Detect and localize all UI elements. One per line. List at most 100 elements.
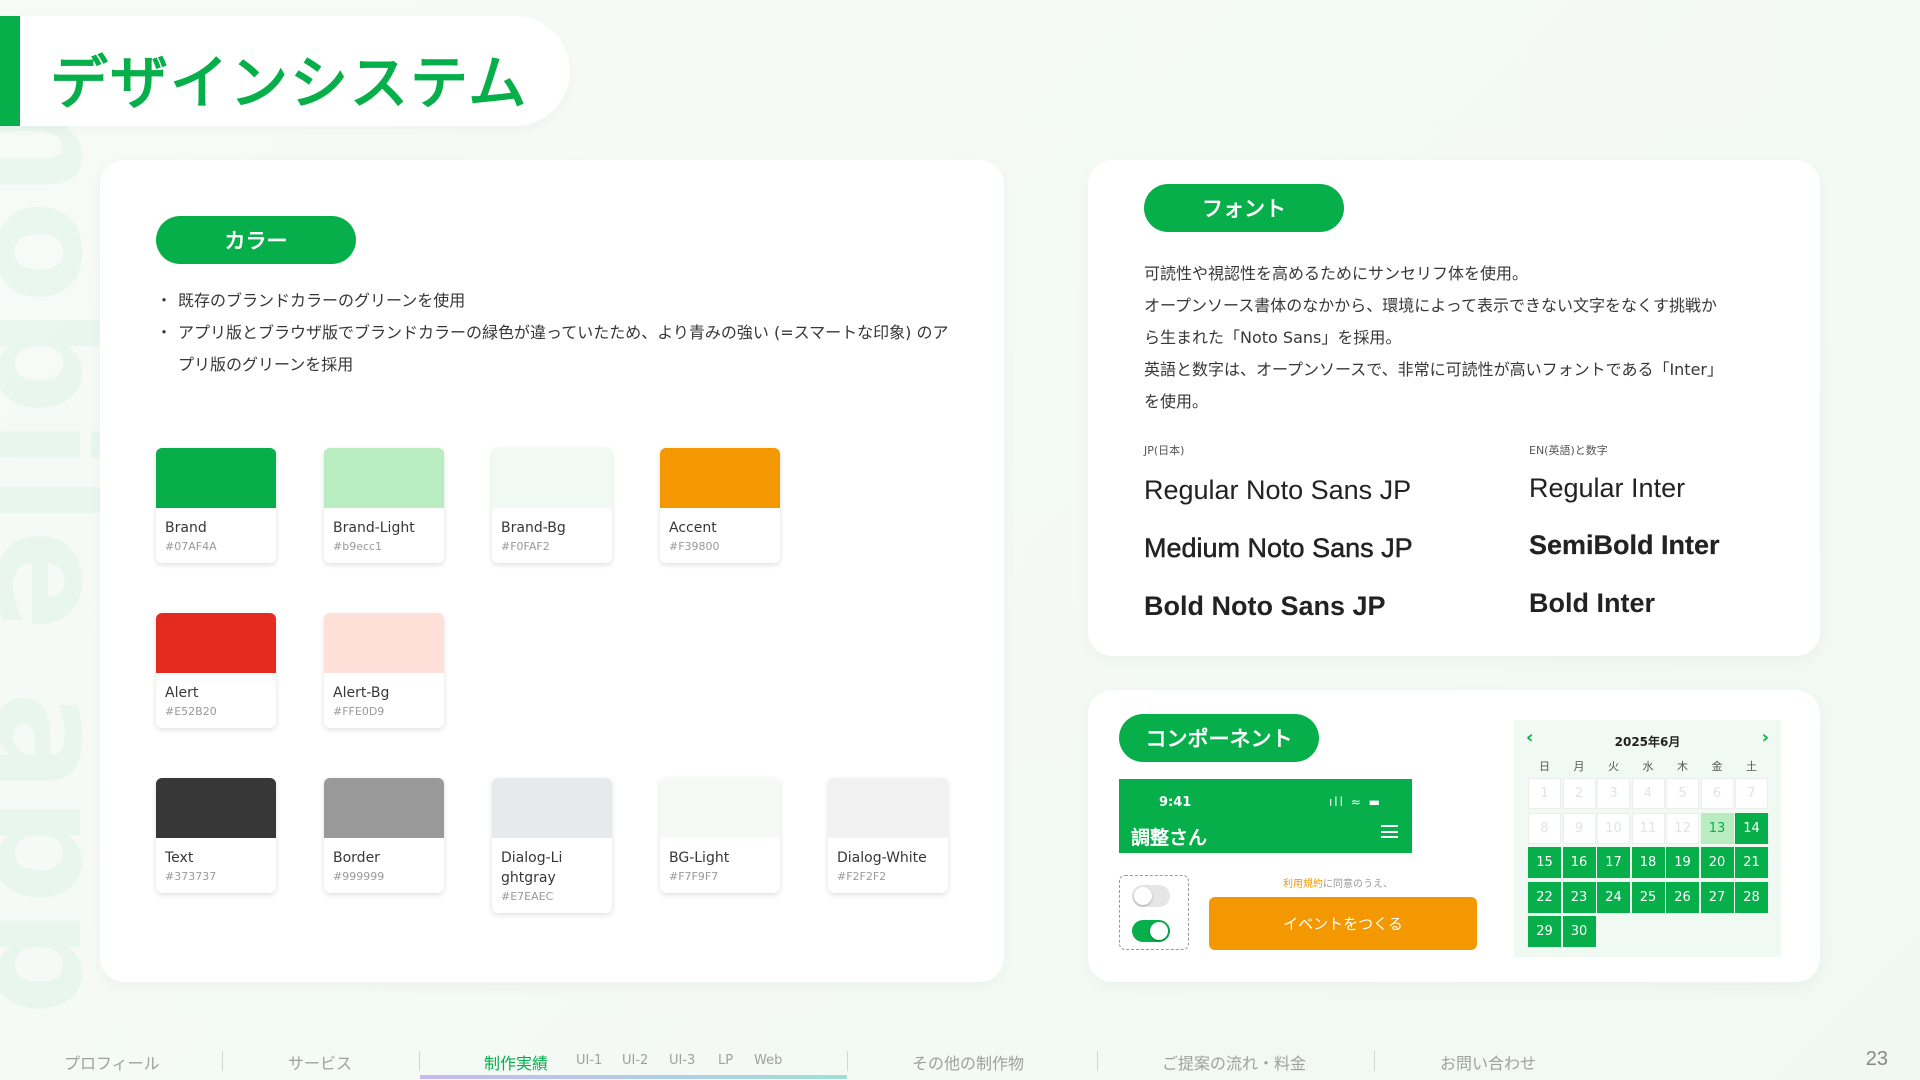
terms-link[interactable]: 利用規約 — [1283, 879, 1323, 890]
en-regular-sample: Regular Inter — [1529, 473, 1686, 503]
subnav-lp[interactable]: LP — [718, 1053, 733, 1068]
footer-navigation: プロフィール サービス 制作実績 UI-1 UI-2 UI-3 LP Web そ… — [0, 1043, 1920, 1080]
swatch-chip — [324, 613, 444, 673]
swatch-name: Dialog-White — [837, 850, 927, 866]
swatch-chip — [492, 778, 612, 838]
calendar-next-icon[interactable]: › — [1762, 727, 1769, 748]
swatch-hex: #b9ecc1 — [333, 540, 383, 553]
colors-pill: カラー — [156, 216, 356, 264]
calendar-day[interactable]: 19 — [1666, 847, 1699, 878]
toggle-off[interactable] — [1132, 885, 1170, 907]
page-number: 23 — [1865, 1048, 1888, 1070]
status-icons: ıll ≈ ▬ — [1328, 795, 1382, 809]
page-title: デザインシステム — [50, 49, 529, 117]
hamburger-menu-icon[interactable] — [1381, 825, 1398, 838]
toggle-on[interactable] — [1132, 920, 1170, 942]
swatch-hex: #999999 — [333, 870, 385, 883]
calendar-day[interactable]: 15 — [1528, 847, 1561, 878]
swatch-hex: #E7EAEC — [501, 890, 554, 903]
calendar-weekday: 日 — [1539, 760, 1550, 773]
subnav-ui-1[interactable]: UI-1 — [576, 1053, 602, 1068]
calendar-day[interactable]: 23 — [1562, 881, 1596, 913]
nav-service[interactable]: サービス — [288, 1050, 352, 1074]
font-pill: フォント — [1144, 184, 1344, 232]
subnav-web[interactable]: Web — [754, 1053, 782, 1068]
calendar-day-disabled: 2 — [1562, 778, 1596, 809]
toggle-samples — [1119, 875, 1189, 950]
nav-divider — [847, 1051, 848, 1071]
calendar-day[interactable]: 29 — [1528, 916, 1561, 947]
calendar-day-disabled: 11 — [1631, 812, 1665, 844]
swatch-name: Brand — [165, 520, 207, 536]
calendar-day[interactable]: 30 — [1562, 916, 1596, 947]
swatch-hex: #E52B20 — [165, 705, 217, 718]
swatch-name: BG-Light — [669, 850, 730, 866]
font-card: フォント 可読性や視認性を高めるためにサンセリフ体を使用。 オープンソース書体の… — [1088, 160, 1820, 656]
calendar-day[interactable]: 21 — [1735, 847, 1768, 878]
terms-note: 利用規約に同意のうえ、 — [1283, 875, 1393, 890]
nav-divider — [1374, 1051, 1375, 1071]
calendar-day[interactable]: 25 — [1631, 881, 1665, 913]
nav-divider — [1097, 1051, 1098, 1071]
calendar-day[interactable]: 18 — [1631, 847, 1665, 878]
nav-profile[interactable]: プロフィール — [64, 1050, 160, 1074]
calendar-day[interactable]: 26 — [1666, 881, 1699, 913]
nav-other-works[interactable]: その他の制作物 — [912, 1050, 1024, 1074]
swatch-name: Brand-Bg — [501, 520, 566, 536]
swatch-chip — [156, 778, 276, 838]
calendar-weekday: 木 — [1677, 760, 1688, 773]
en-font-label: EN(英語)と数字 — [1529, 444, 1608, 457]
calendar-weekday: 月 — [1573, 760, 1585, 773]
calendar-weekday: 土 — [1746, 760, 1757, 773]
swatch-hex: #F2F2F2 — [837, 870, 887, 883]
swatch-hex: #FFE0D9 — [333, 705, 385, 718]
nav-flow-pricing[interactable]: ご提案の流れ・料金 — [1162, 1050, 1306, 1074]
subnav-ui-2[interactable]: UI-2 — [622, 1053, 648, 1068]
calendar-day-disabled: 3 — [1597, 778, 1630, 809]
nav-divider — [419, 1051, 420, 1071]
components-card: コンポーネント 9:41 ıll ≈ ▬ 調整さん 利用規約に同意のうえ、 イベ… — [1088, 690, 1820, 982]
calendar-day[interactable]: 20 — [1700, 847, 1734, 878]
colors-card: カラー 既存のブランドカラーのグリーンを使用 アプリ版とブラウザ版でブランドカラ… — [100, 160, 1004, 982]
font-description-line: 可読性や視認性を高めるためにサンセリフ体を使用。 — [1144, 264, 1529, 283]
calendar-day-today[interactable]: 13 — [1700, 812, 1734, 844]
color-swatch: Alert-Bg #FFE0D9 — [324, 613, 444, 728]
nav-contact[interactable]: お問い合わせ — [1440, 1050, 1536, 1074]
swatch-name: Alert — [165, 685, 199, 701]
jp-medium-sample: Medium Noto Sans JP — [1144, 533, 1413, 564]
toggle-knob — [1150, 922, 1168, 940]
calendar-day[interactable]: 24 — [1597, 881, 1630, 913]
swatch-chip — [492, 448, 612, 508]
swatch-hex: #07AF4A — [165, 540, 217, 553]
swatch-chip — [156, 613, 276, 673]
font-description-line: を使用。 — [1144, 392, 1209, 411]
swatch-chip — [828, 778, 948, 838]
subnav-ui-3[interactable]: UI-3 — [669, 1053, 695, 1068]
terms-text: に同意のうえ、 — [1323, 879, 1393, 890]
calendar-day[interactable]: 16 — [1562, 847, 1596, 878]
color-swatch: Brand-Light #b9ecc1 — [324, 448, 444, 563]
jp-font-label: JP(日本) — [1144, 444, 1185, 457]
en-semibold-sample: SemiBold Inter — [1529, 530, 1720, 560]
font-description-line: 英語と数字は、オープンソースで、非常に可読性が高いフォントである「Inter」 — [1144, 360, 1723, 379]
status-time: 9:41 — [1159, 795, 1192, 810]
calendar-day[interactable]: 22 — [1528, 881, 1561, 913]
nav-divider — [222, 1051, 223, 1071]
nav-works[interactable]: 制作実績 — [484, 1050, 548, 1074]
font-description: 可読性や視認性を高めるためにサンセリフ体を使用。 オープンソース書体のなかから、… — [1144, 258, 1784, 418]
jp-regular-sample: Regular Noto Sans JP — [1144, 475, 1412, 505]
font-description-line: オープンソース書体のなかから、環境によって表示できない文字をなくす挑戦か — [1144, 296, 1717, 315]
calendar-day-disabled: 10 — [1597, 812, 1630, 844]
calendar-day[interactable]: 28 — [1735, 881, 1768, 913]
color-swatch: Dialog-White #F2F2F2 — [828, 778, 948, 893]
calendar-day[interactable]: 27 — [1700, 881, 1734, 913]
color-swatch: Accent #F39800 — [660, 448, 780, 563]
swatch-chip — [156, 448, 276, 508]
active-nav-underline — [420, 1075, 847, 1079]
calendar-day[interactable]: 14 — [1735, 812, 1768, 844]
swatch-chip — [660, 448, 780, 508]
swatch-hex: #373737 — [165, 870, 217, 883]
color-swatch: Text #373737 — [156, 778, 276, 893]
create-event-button[interactable]: イベントをつくる — [1209, 897, 1477, 950]
calendar-day[interactable]: 17 — [1597, 847, 1630, 878]
